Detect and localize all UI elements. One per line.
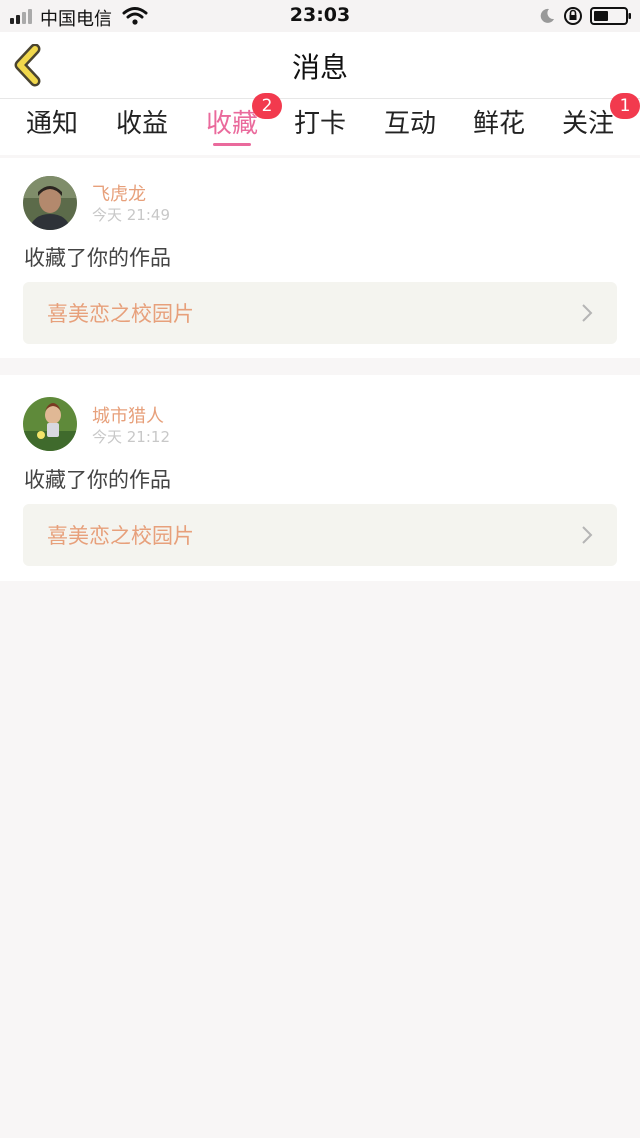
- user-avatar-image: [23, 176, 77, 230]
- tab-notifications[interactable]: 通知: [26, 103, 78, 149]
- tab-flowers[interactable]: 鲜花: [473, 103, 525, 149]
- avatar[interactable]: [23, 176, 77, 230]
- tab-label: 收益: [116, 109, 169, 139]
- username[interactable]: 城市猎人: [92, 402, 164, 428]
- tab-interactions[interactable]: 互动: [384, 103, 436, 149]
- tab-label: 互动: [384, 109, 437, 139]
- work-link[interactable]: 喜美恋之校园片: [23, 282, 617, 344]
- tab-label: 收藏: [206, 109, 259, 139]
- work-title: 喜美恋之校园片: [47, 302, 194, 326]
- tab-label: 通知: [26, 109, 79, 139]
- tab-check-in[interactable]: 打卡: [294, 103, 346, 149]
- active-tab-indicator: [213, 143, 252, 146]
- message-card: 城市猎人 今天 21:12 收藏了你的作品 喜美恋之校园片: [0, 375, 640, 581]
- page-title: 消息: [291, 51, 348, 84]
- battery-icon: [590, 7, 631, 25]
- work-title: 喜美恋之校园片: [47, 524, 194, 548]
- do-not-disturb-moon-icon: [540, 8, 554, 23]
- work-link[interactable]: 喜美恋之校园片: [23, 504, 617, 566]
- status-bar: 中国电信 23:03: [0, 0, 640, 32]
- avatar[interactable]: [23, 397, 77, 451]
- unread-badge: 1: [610, 93, 640, 119]
- unread-badge: 2: [252, 93, 282, 119]
- user-avatar-image: [23, 397, 77, 451]
- message-time: 今天 21:12: [92, 428, 170, 446]
- category-tabs: 通知 收益 收藏 2 打卡 互动 鲜花 关注 1: [0, 93, 640, 155]
- tab-label: 打卡: [294, 109, 347, 139]
- message-text: 收藏了你的作品: [24, 246, 171, 270]
- tab-label: 鲜花: [473, 109, 526, 139]
- chevron-right-icon: [582, 304, 593, 322]
- message-text: 收藏了你的作品: [24, 468, 171, 492]
- rotation-lock-icon: [564, 7, 582, 25]
- username[interactable]: 飞虎龙: [92, 180, 146, 206]
- page-header: 消息: [0, 32, 640, 98]
- message-card: 飞虎龙 今天 21:49 收藏了你的作品 喜美恋之校园片: [0, 158, 640, 358]
- tab-favorites[interactable]: 收藏 2: [206, 93, 282, 149]
- message-time: 今天 21:49: [92, 206, 170, 224]
- tab-label: 关注: [562, 109, 615, 139]
- chevron-right-icon: [582, 526, 593, 544]
- tab-follows[interactable]: 关注 1: [562, 93, 640, 149]
- tab-earnings[interactable]: 收益: [116, 103, 168, 149]
